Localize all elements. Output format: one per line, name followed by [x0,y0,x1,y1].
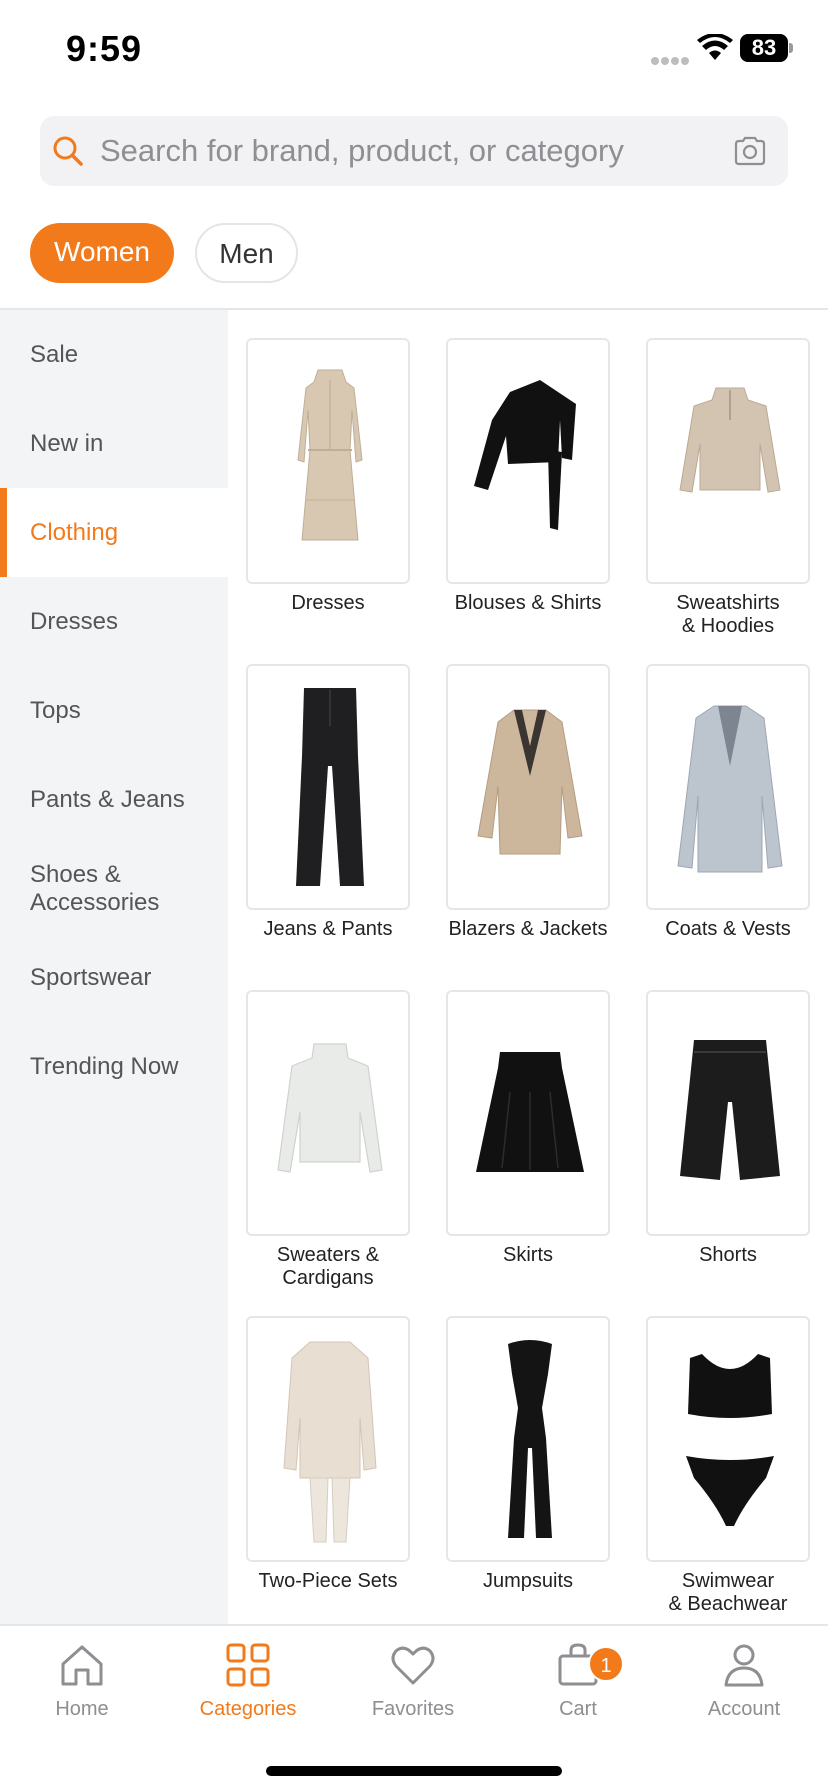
sidebar-item-pants-jeans[interactable]: Pants & Jeans [0,755,228,844]
home-icon [61,1645,103,1686]
category-card-skirts[interactable] [446,990,610,1236]
jeans-image [296,688,364,886]
category-label-skirts[interactable]: Skirts [428,1244,628,1267]
category-card-two-piece-sets[interactable] [246,1316,410,1562]
nav-label-account: Account [707,1698,781,1720]
search-icon [53,136,83,166]
tab-men[interactable]: Men [195,223,298,283]
category-label-blazers-jackets[interactable]: Blazers & Jackets [428,918,628,941]
category-label-swimwear-beachwear[interactable]: Swimwear & Beachwear [628,1570,828,1616]
nav-categories[interactable]: Categories [178,1640,318,1740]
status-time: 9:59 [66,28,143,69]
heart-icon [391,1646,435,1685]
sidebar-item-sportswear[interactable]: Sportswear [0,933,228,1022]
category-label-sweatshirts-hoodies[interactable]: Sweatshirts & Hoodies [628,592,828,638]
sweatshirt-image [679,387,781,493]
search-bar[interactable] [40,116,788,186]
nav-account[interactable]: Account [674,1640,814,1740]
category-card-jumpsuits[interactable] [446,1316,610,1562]
nav-label-home: Home [55,1698,109,1720]
blazer-image [477,709,583,855]
blouse-image [474,380,576,530]
category-card-sweaters-cardigans[interactable] [246,990,410,1236]
category-card-dresses[interactable] [246,338,410,584]
coat-image [677,705,783,873]
category-card-shorts[interactable] [646,990,810,1236]
signal-icon [651,52,691,65]
bikini-image [686,1354,774,1526]
battery-icon: 83 [740,34,793,62]
category-card-sweatshirts-hoodies[interactable] [646,338,810,584]
category-label-jeans-pants[interactable]: Jeans & Pants [228,918,428,941]
sidebar-item-new-in[interactable]: New in [0,399,228,488]
category-label-shorts[interactable]: Shorts [628,1244,828,1267]
sidebar-item-clothing[interactable]: Clothing [0,488,228,577]
category-card-swimwear-beachwear[interactable] [646,1316,810,1562]
nav-label-favorites: Favorites [371,1698,455,1720]
category-label-sweaters-cardigans[interactable]: Sweaters & Cardigans [228,1244,428,1290]
nav-home[interactable]: Home [12,1640,152,1740]
status-bar: 9:59 83 [0,0,828,100]
wifi-icon [697,34,733,60]
cart-badge: 1 [588,1646,624,1682]
nav-favorites[interactable]: Favorites [343,1640,483,1740]
category-label-blouses-shirts[interactable]: Blouses & Shirts [428,592,628,615]
nav-label-categories: Categories [199,1698,297,1720]
camera-icon[interactable] [732,133,768,169]
dress-image [297,369,363,541]
grid-icon [226,1643,270,1687]
sidebar-item-trending-now[interactable]: Trending Now [0,1022,228,1111]
battery-level: 83 [740,34,788,62]
sidebar-item-sale[interactable]: Sale [0,310,228,399]
skirt-image [476,1052,584,1172]
nav-label-cart: Cart [559,1698,597,1720]
category-card-coats-vests[interactable] [646,664,810,910]
user-icon [724,1644,764,1687]
sidebar-item-dresses[interactable]: Dresses [0,577,228,666]
shorts-image [680,1040,780,1180]
category-sidebar: Sale New in Clothing Dresses Tops Pants … [0,310,228,1624]
sidebar-item-shoes-accessories[interactable]: Shoes & Accessories [0,844,228,933]
jumpsuit-image [508,1340,552,1538]
category-card-blazers-jackets[interactable] [446,664,610,910]
search-input[interactable] [100,116,720,186]
nav-cart[interactable]: 1 Cart [508,1640,648,1740]
sidebar-item-tops[interactable]: Tops [0,666,228,755]
category-label-coats-vests[interactable]: Coats & Vests [628,918,828,941]
category-label-jumpsuits[interactable]: Jumpsuits [428,1570,628,1593]
sweater-image [277,1043,383,1173]
category-label-two-piece-sets[interactable]: Two-Piece Sets [228,1570,428,1593]
category-card-blouses-shirts[interactable] [446,338,610,584]
category-card-jeans-pants[interactable] [246,664,410,910]
knit-set-image [283,1341,377,1543]
tab-women[interactable]: Women [30,223,174,283]
category-label-dresses[interactable]: Dresses [228,592,428,615]
home-indicator[interactable] [266,1766,562,1776]
